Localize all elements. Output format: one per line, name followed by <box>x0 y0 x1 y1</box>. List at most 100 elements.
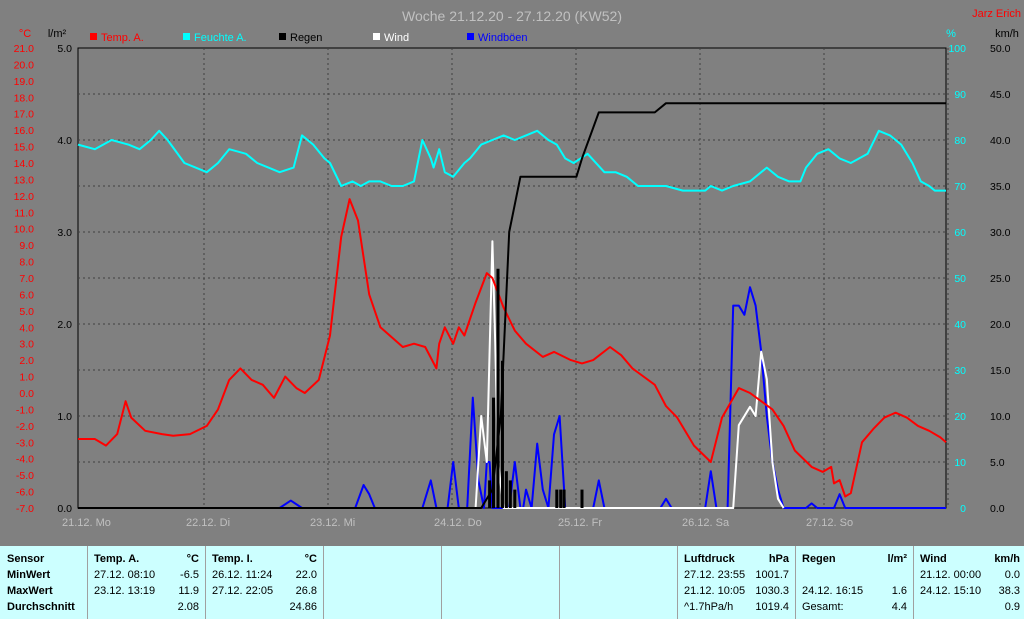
legend-label-2: Regen <box>290 32 322 44</box>
temp-a-avg-value: 2.08 <box>177 601 199 613</box>
weather-chart: Woche 21.12.20 - 27.12.20 (KW52) Jarz Er… <box>0 0 1024 545</box>
humidity-tick-label: 40 <box>954 319 966 331</box>
rain-total-value: 4.4 <box>891 601 907 613</box>
temp-tick-label: 20.0 <box>14 59 35 71</box>
wind-min-value: 0.0 <box>1004 569 1020 581</box>
rain-max-value: 1.6 <box>891 585 907 597</box>
wind-tick-label: 5.0 <box>990 457 1005 469</box>
temp-tick-label: 4.0 <box>19 322 34 334</box>
rain-tick-label: 4.0 <box>57 135 72 147</box>
temp-tick-label: -6.0 <box>16 487 34 499</box>
humidity-tick-label: 50 <box>954 273 966 285</box>
temp-tick-label: 8.0 <box>19 257 34 269</box>
temp-tick-label: 11.0 <box>14 207 34 219</box>
row-label-avg: Durchschnitt <box>7 601 75 613</box>
chart-background <box>0 0 1024 545</box>
pressure-max-time: 21.12. 10:05 <box>684 585 746 597</box>
wind-tick-label: 40.0 <box>990 135 1011 147</box>
rain-tick-label: 2.0 <box>57 319 72 331</box>
wind-tick-label: 50.0 <box>990 43 1011 55</box>
temp-a-column: Temp. A. °C 27.12. 08:10 -6.5 23.12. 13:… <box>88 546 206 619</box>
humidity-tick-label: 0 <box>960 503 966 515</box>
wind-tick-label: 10.0 <box>990 411 1011 423</box>
humidity-tick-label: 70 <box>954 181 966 193</box>
temp-tick-label: 17.0 <box>14 109 35 121</box>
stats-table: Sensor MinWert MaxWert Durchschnitt Temp… <box>0 545 1024 619</box>
humidity-tick-label: 90 <box>954 89 966 101</box>
temp-tick-label: -7.0 <box>16 503 34 515</box>
rain-total-label: Gesamt: <box>802 601 844 613</box>
temp-tick-label: 6.0 <box>19 289 34 301</box>
temp-tick-label: -3.0 <box>16 437 34 449</box>
temp-tick-label: 9.0 <box>19 240 34 252</box>
legend-label-4: Windböen <box>478 32 528 44</box>
wind-tick-label: 20.0 <box>990 319 1011 331</box>
temp-tick-label: 16.0 <box>14 125 35 137</box>
sensor-header: Sensor <box>7 553 45 565</box>
rain-unit: l/m² <box>887 553 907 565</box>
temp-a-max-time: 23.12. 13:19 <box>94 585 156 597</box>
rain-max-time: 24.12. 16:15 <box>802 585 864 597</box>
temp-tick-label: -2.0 <box>16 421 34 433</box>
x-tick-label: 27.12. So <box>806 517 853 529</box>
humidity-tick-label: 100 <box>948 43 966 55</box>
legend-label-3: Wind <box>384 32 409 44</box>
temp-i-max-value: 26.8 <box>295 585 317 597</box>
temp-i-avg-value: 24.86 <box>289 601 317 613</box>
wind-tick-label: 30.0 <box>990 227 1011 239</box>
temp-i-min-time: 26.12. 11:24 <box>212 569 273 581</box>
temp-a-min-time: 27.12. 08:10 <box>94 569 156 581</box>
temp-tick-label: 18.0 <box>14 92 35 104</box>
pressure-header: Luftdruck <box>684 553 735 565</box>
rain-header: Regen <box>802 553 836 565</box>
humidity-tick-label: 30 <box>954 365 966 377</box>
temp-tick-label: 19.0 <box>14 76 35 88</box>
x-tick-label: 23.12. Mi <box>310 517 355 529</box>
temp-tick-label: 3.0 <box>19 339 34 351</box>
temp-a-unit: °C <box>186 553 199 565</box>
pressure-column: Luftdruck hPa 27.12. 23:55 1001.7 21.12.… <box>678 546 796 619</box>
row-label-max: MaxWert <box>7 585 53 597</box>
empty-column-3 <box>560 546 678 619</box>
temp-tick-label: 2.0 <box>19 355 34 367</box>
empty-column-2 <box>442 546 560 619</box>
temp-tick-label: 14.0 <box>14 158 35 170</box>
legend-swatch-3 <box>373 33 380 40</box>
humidity-unit-label: % <box>946 28 956 40</box>
wind-tick-label: 35.0 <box>990 181 1011 193</box>
x-tick-label: 22.12. Di <box>186 517 230 529</box>
pressure-avg-value: 1019.4 <box>755 601 789 613</box>
temp-tick-label: 15.0 <box>14 142 35 154</box>
temp-i-column: Temp. I. °C 26.12. 11:24 22.0 27.12. 22:… <box>206 546 324 619</box>
pressure-max-value: 1030.3 <box>755 585 789 597</box>
x-tick-label: 21.12. Mo <box>62 517 111 529</box>
humidity-tick-label: 80 <box>954 135 966 147</box>
wind-max-value: 38.3 <box>998 585 1020 597</box>
temp-tick-label: 12.0 <box>14 191 35 203</box>
pressure-unit: hPa <box>768 553 789 565</box>
empty-column-1 <box>324 546 442 619</box>
wind-unit: km/h <box>994 553 1020 565</box>
wind-tick-label: 0.0 <box>990 503 1005 515</box>
temp-i-unit: °C <box>304 553 317 565</box>
temp-tick-label: 7.0 <box>19 273 34 285</box>
temp-tick-label: 0.0 <box>19 388 34 400</box>
rain-tick-label: 3.0 <box>57 227 72 239</box>
sensor-column: Sensor MinWert MaxWert Durchschnitt <box>0 546 88 619</box>
wind-header: Wind <box>920 553 947 565</box>
legend-swatch-1 <box>183 33 190 40</box>
temp-a-min-value: -6.5 <box>180 569 199 581</box>
legend-swatch-4 <box>467 33 474 40</box>
row-label-min: MinWert <box>7 569 51 581</box>
humidity-tick-label: 10 <box>954 457 966 469</box>
wind-tick-label: 25.0 <box>990 273 1011 285</box>
temp-tick-label: 13.0 <box>14 174 35 186</box>
rad-unit-label: l/m² <box>48 28 67 40</box>
x-tick-label: 25.12. Fr <box>558 517 602 529</box>
pressure-min-value: 1001.7 <box>755 569 789 581</box>
temp-tick-label: 5.0 <box>19 306 34 318</box>
temp-tick-label: 21.0 <box>14 43 35 55</box>
temp-unit-label: °C <box>19 28 31 40</box>
wind-tick-label: 45.0 <box>990 89 1011 101</box>
temp-tick-label: -1.0 <box>16 404 34 416</box>
